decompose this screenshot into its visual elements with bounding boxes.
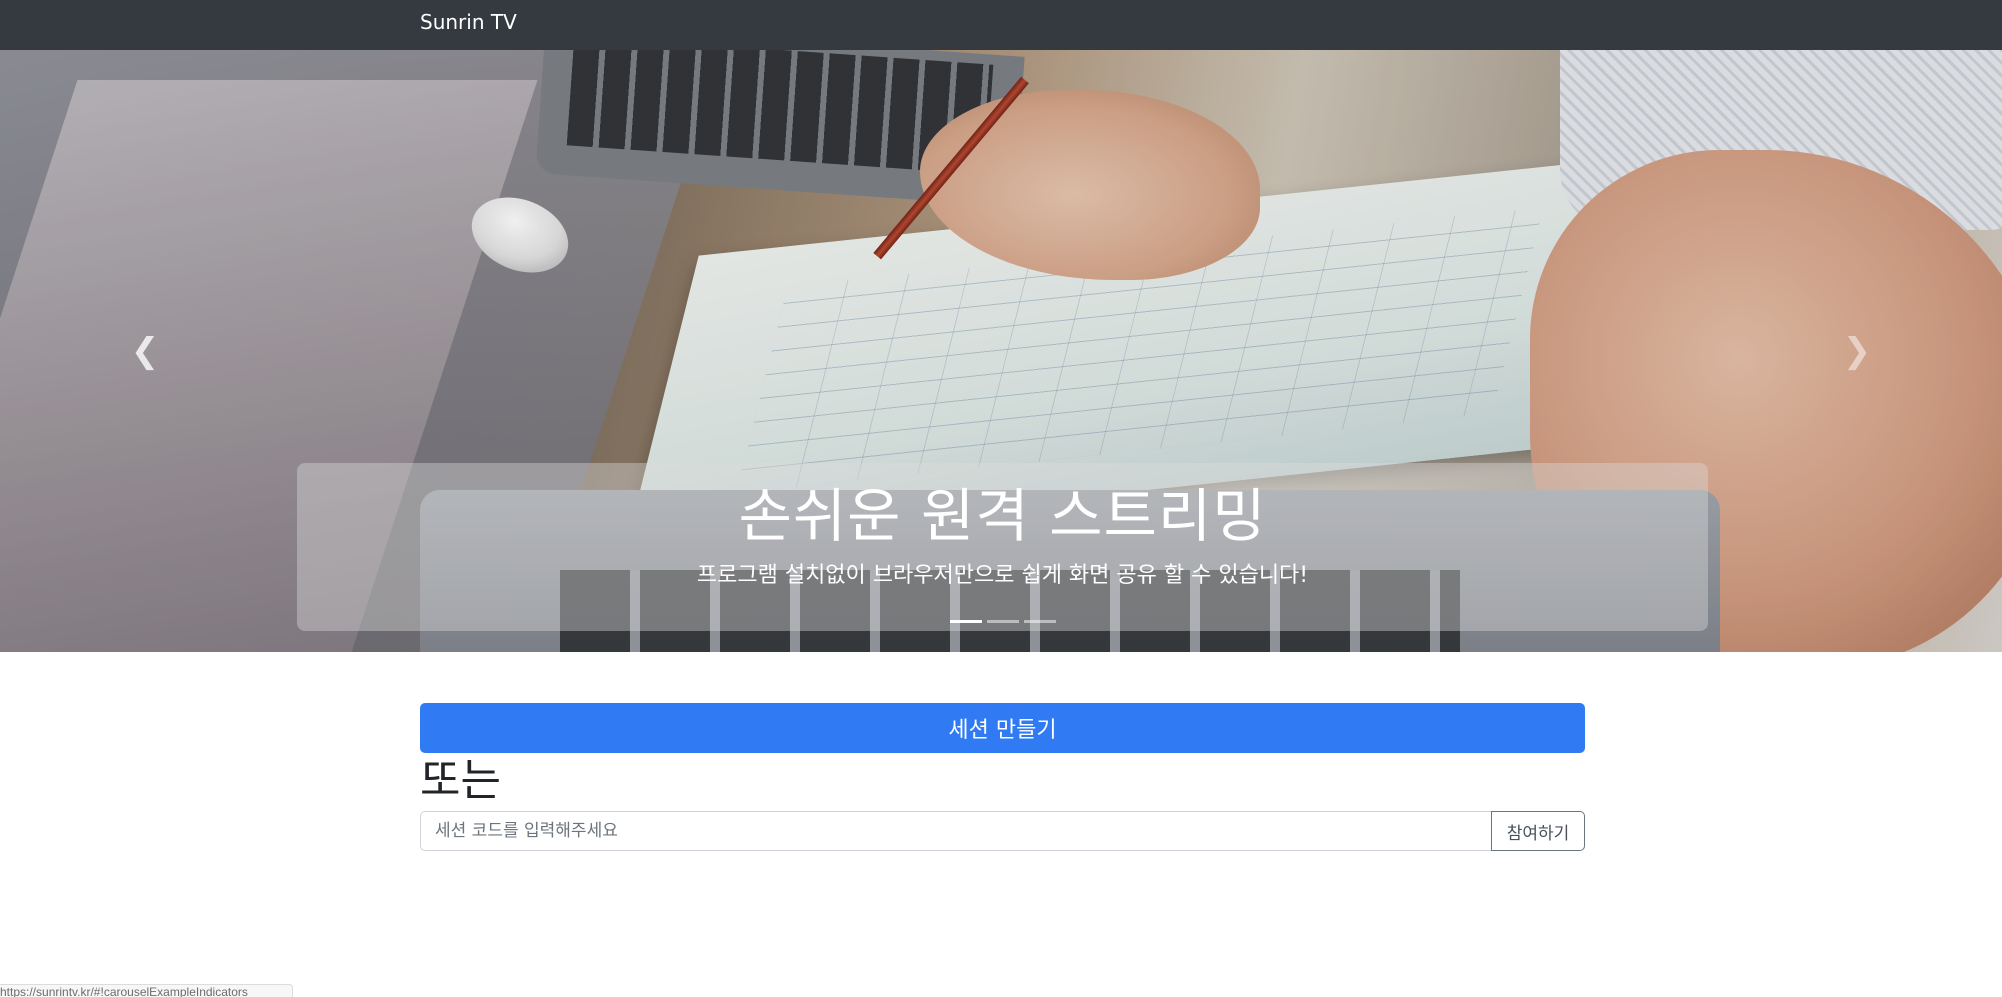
chevron-left-icon: ❮ [130, 331, 160, 371]
link-status-bar: https://sunrintv.kr/#!carouselExampleInd… [0, 984, 293, 997]
caption-title: 손쉬운 원격 스트리밍 [738, 482, 1267, 550]
or-label: 또는 [420, 755, 501, 806]
join-session-button[interactable]: 참여하기 [1491, 811, 1585, 851]
carousel-indicator-3[interactable] [1023, 620, 1056, 623]
top-navbar: Sunrin TV [0, 0, 2002, 50]
brand-link[interactable]: Sunrin TV [420, 0, 517, 44]
carousel-indicator-1[interactable] [949, 620, 982, 623]
carousel-next-button[interactable]: ❯ [1712, 50, 2002, 652]
join-session-group: 참여하기 [420, 811, 1585, 851]
carousel-indicator-2[interactable] [986, 620, 1019, 623]
session-panel: 세션 만들기 또는 참여하기 [420, 703, 1585, 851]
caption-subtitle: 프로그램 설치없이 브라우저만으로 쉽게 화면 공유 할 수 있습니다! [696, 563, 1309, 588]
session-code-input[interactable] [420, 811, 1491, 851]
hero-carousel: ❮ ❯ 손쉬운 원격 스트리밍 프로그램 설치없이 브라우저만으로 쉽게 화면 … [0, 50, 2002, 652]
chevron-right-icon: ❯ [1842, 331, 1872, 371]
carousel-caption: 손쉬운 원격 스트리밍 프로그램 설치없이 브라우저만으로 쉽게 화면 공유 할… [297, 463, 1708, 631]
carousel-indicators [297, 620, 1708, 623]
carousel-prev-button[interactable]: ❮ [0, 50, 290, 652]
create-session-button[interactable]: 세션 만들기 [420, 703, 1585, 753]
